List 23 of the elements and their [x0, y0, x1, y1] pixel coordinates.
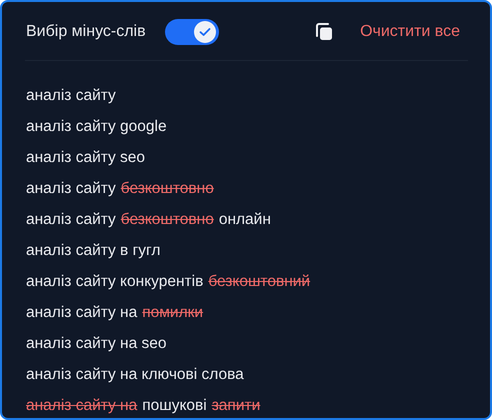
keyword-word[interactable]: пошукові: [142, 396, 207, 416]
keyword-word[interactable]: аналіз сайту на: [26, 396, 138, 416]
keyword-word[interactable]: онлайн: [218, 210, 271, 230]
clear-all-button[interactable]: Очистити все: [360, 23, 460, 41]
keyword-word[interactable]: аналіз сайту: [26, 86, 116, 106]
copy-icon[interactable]: [314, 22, 334, 42]
keyword-word[interactable]: помилки: [142, 302, 204, 322]
check-icon: [198, 27, 211, 37]
keyword-word[interactable]: аналіз сайту на ключові слова: [26, 364, 244, 384]
keyword-word[interactable]: запити: [212, 396, 260, 416]
keyword-word[interactable]: аналіз сайту: [26, 178, 116, 198]
toggle-switch[interactable]: [164, 19, 219, 45]
panel-label: Вибір мінус-слів: [26, 23, 146, 41]
keyword-word[interactable]: аналіз сайту: [26, 210, 116, 230]
keyword-word[interactable]: безкоштовно: [120, 210, 214, 230]
keyword-word[interactable]: аналіз сайту в гугл: [26, 240, 160, 260]
keyword-word[interactable]: аналіз сайту на: [26, 302, 138, 322]
keyword-word[interactable]: безкоштовно: [120, 178, 214, 198]
keyword-word[interactable]: аналіз сайту google: [26, 116, 167, 136]
keyword-word[interactable]: аналіз сайту конкурентів: [26, 272, 204, 292]
keyword-word[interactable]: безкоштовний: [208, 272, 310, 292]
keyword-word[interactable]: аналіз сайту на seo: [26, 334, 167, 354]
keyword-word[interactable]: аналіз сайту seo: [26, 148, 146, 168]
